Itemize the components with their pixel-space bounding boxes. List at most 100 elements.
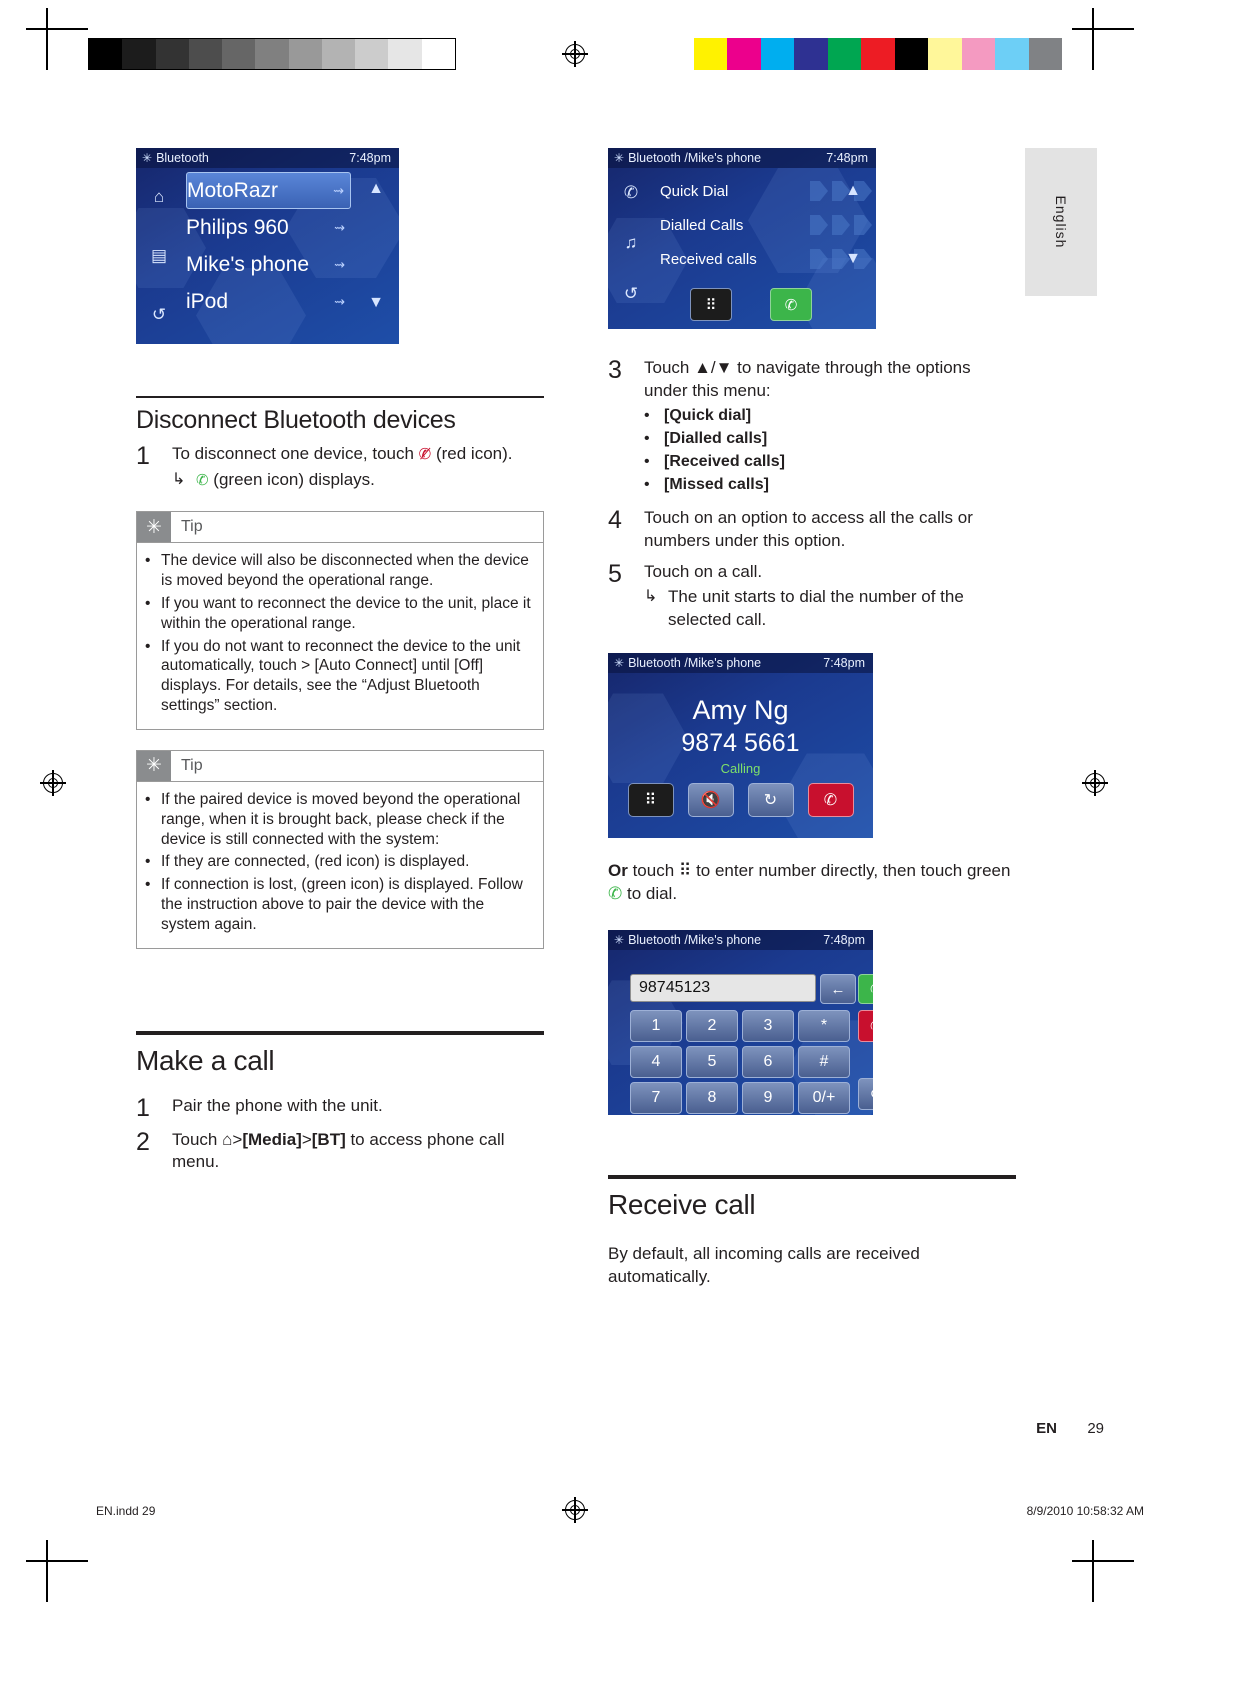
crop-mark-tr-v [1092,8,1094,70]
call-green-icon: ✆ [608,884,623,904]
crop-mark-bl-v [46,1540,48,1602]
menu-item-quick-dial[interactable]: Quick Dial [660,174,872,208]
dialpad-key[interactable]: 9 [742,1082,794,1115]
keypad-icon: ⠿ [678,861,692,881]
tip-item-text: If the paired device is moved beyond the… [161,790,521,848]
tip-item: • If the paired device is moved beyond th… [145,790,533,849]
dialpad-key[interactable]: 6 [742,1046,794,1079]
menu-item-label: Received calls [660,250,757,268]
dialpad-key[interactable]: 8 [686,1082,738,1115]
list-item[interactable]: iPod ⇝ [186,283,351,320]
tip-box-1: ✳ Tip • The device will also be disconnec… [136,511,544,730]
list-item[interactable]: Philips 960 ⇝ [186,209,351,246]
back-icon[interactable]: ↺ [624,284,638,304]
status-title: Bluetooth /Mike's phone [628,656,762,671]
scroll-up-button[interactable]: ▲ [838,178,868,204]
step-1-substep: ↳ ✆ (green icon) displays. [172,469,513,492]
list-item[interactable]: Mike's phone ⇝ [186,246,351,283]
step-number: 1 [136,1093,150,1122]
keypad-icon[interactable]: ⠿ [627,783,674,818]
or-mid: touch [627,861,679,881]
home-icon[interactable]: ⌂ [154,187,164,207]
dialpad-key[interactable]: 2 [686,1010,738,1043]
step-text: Touch on a call. [644,561,763,581]
tip-item-text: If you want to reconnect the device to t… [161,594,531,632]
dialpad-key[interactable]: 7 [630,1082,682,1115]
dialpad-key[interactable]: * [798,1010,850,1043]
device-name: Philips 960 [186,215,289,239]
or-note: Or touch ⠿ to enter number directly, the… [608,860,1016,906]
bluetooth-connected-icon: ⇝ [334,256,345,272]
bluetooth-icon: ✳ [614,933,625,948]
answer-call-icon[interactable]: ✆ [770,288,812,321]
dialpad-key[interactable]: # [798,1046,850,1079]
scroll-up-button[interactable]: ▲ [361,176,391,202]
status-bar: ✳ Bluetooth /Mike's phone 7:48pm [608,148,876,168]
left-rail: ⌂ ▤ ↺ [136,168,182,344]
device-name: Mike's phone [186,252,310,276]
scroll-down-button[interactable]: ▼ [361,290,391,316]
step-text-bt: [BT] [311,1129,346,1149]
mute-icon[interactable]: 🔇 [687,783,734,818]
crop-mark-tl-v [46,8,48,70]
step-text: Touch ▲/▼ to navigate through the option… [644,358,971,400]
tip-item-text: If you do not want to reconnect the devi… [161,637,521,715]
print-filename: EN.indd 29 [96,1504,156,1518]
scroll-down-button[interactable]: ▼ [838,246,868,272]
keypad-icon[interactable]: ⠿ [690,288,732,321]
or-tail: to dial. [622,884,678,904]
option-label: [Dialled calls] [664,430,768,448]
crop-mark-tl-h [26,28,88,30]
bluetooth-icon: ✳ [142,151,153,165]
step-2-make-call: 2 Touch ⌂>[Media]>[BT] to access phone c… [136,1129,544,1174]
menu-item-dialled-calls[interactable]: Dialled Calls [660,208,872,242]
footer: EN 29 [1036,1420,1104,1437]
step-text-part-2: > [232,1129,243,1149]
registration-mark-top [562,41,588,67]
dialpad-key[interactable]: 1 [630,1010,682,1043]
screenshot-phone-menu: ✳ Bluetooth /Mike's phone 7:48pm ✆ ♫ ↺ Q… [608,148,876,329]
list-icon[interactable]: ▤ [151,246,167,266]
clock: 7:48pm [823,933,865,948]
call-icon[interactable]: ✆ [858,974,873,1005]
substep-text: The unit starts to dial the number of th… [668,587,964,629]
status-title: Bluetooth /Mike's phone [628,151,762,165]
option-label: [Missed calls] [664,475,769,493]
bluetooth-connected-icon: ⇝ [334,293,345,309]
dialpad-key[interactable]: 4 [630,1046,682,1079]
status-title: Bluetooth /Mike's phone [628,933,762,948]
end-call-icon[interactable]: ✆ [858,1010,873,1043]
music-icon[interactable]: ♫ [625,233,638,253]
crop-mark-br-h [1072,1560,1134,1562]
phone-icon[interactable]: ✆ [624,183,638,203]
number-input[interactable]: 98745123 [630,974,816,1003]
bluetooth-icon: ✳ [614,656,625,671]
registration-mark-bottom [562,1497,588,1523]
dialpad-keys: 1 2 3 * 4 5 6 # 7 8 9 0/+ [630,1010,850,1115]
end-call-icon[interactable]: ✆ [807,783,854,818]
screenshot-device-list: ✳ Bluetooth 7:48pm ⌂ ▤ ↺ MotoRazr ⇝ Phil… [136,148,399,344]
tip-body: • The device will also be disconnected wh… [137,543,543,729]
list-item[interactable]: MotoRazr ⇝ [186,172,351,209]
step-4: 4 Touch on an option to access all the c… [608,507,1016,552]
dialpad-key[interactable]: 5 [686,1046,738,1079]
backspace-icon[interactable]: ← [820,974,856,1005]
transfer-icon[interactable]: ↻ [747,783,794,818]
receive-call-body: By default, all incoming calls are recei… [608,1244,920,1287]
tip-item-text: The device will also be disconnected whe… [161,552,529,590]
crop-mark-br-v [1092,1540,1094,1602]
dialpad-key[interactable]: 0/+ [798,1082,850,1115]
substep-arrow: ↳ [644,588,658,606]
menu-item-received-calls[interactable]: Received calls [660,242,872,276]
tip-header: ✳ Tip [137,750,543,782]
connect-green-icon: ✆ [196,471,209,489]
back-icon[interactable]: ↺ [152,305,166,325]
step-3: 3 Touch ▲/▼ to navigate through the opti… [608,357,1016,497]
step-text-media: [Media] [242,1129,302,1149]
option-item: • [Received calls] [644,452,1016,473]
device-name: MotoRazr [187,178,279,202]
bluetooth-connected-icon: ⇝ [333,182,344,198]
step-text: Pair the phone with the unit. [172,1095,383,1115]
dialpad-key[interactable]: 3 [742,1010,794,1043]
back-icon[interactable]: ↺ [858,1078,873,1111]
